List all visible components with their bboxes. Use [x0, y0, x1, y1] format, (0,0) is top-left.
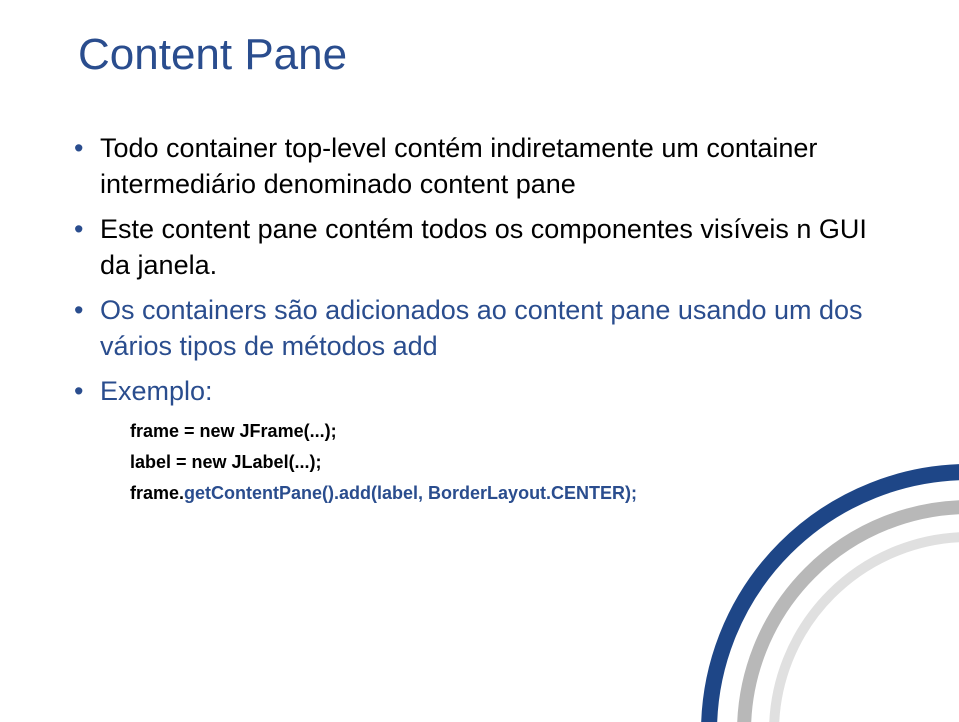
slide-container: Content Pane Todo container top-level co… — [0, 0, 959, 722]
code-line-1: frame = new JFrame(...); — [130, 417, 889, 446]
bullet-item-1: Todo container top-level contém indireta… — [70, 130, 889, 203]
code-line-3-blue: getContentPane().add(label, BorderLayout… — [184, 483, 637, 503]
code-line-3: frame.getContentPane().add(label, Border… — [130, 479, 889, 508]
example-code-list: frame = new JFrame(...); label = new JLa… — [100, 417, 889, 507]
code-line-3-prefix: frame. — [130, 483, 184, 503]
slide-title: Content Pane — [78, 30, 889, 80]
bullet-item-4-text: Exemplo: — [100, 376, 213, 406]
bullet-item-3: Os containers são adicionados ao content… — [70, 292, 889, 365]
bullet-list: Todo container top-level contém indireta… — [70, 130, 889, 507]
bullet-item-2: Este content pane contém todos os compon… — [70, 211, 889, 284]
bullet-item-4: Exemplo: frame = new JFrame(...); label … — [70, 373, 889, 508]
code-line-2: label = new JLabel(...); — [130, 448, 889, 477]
